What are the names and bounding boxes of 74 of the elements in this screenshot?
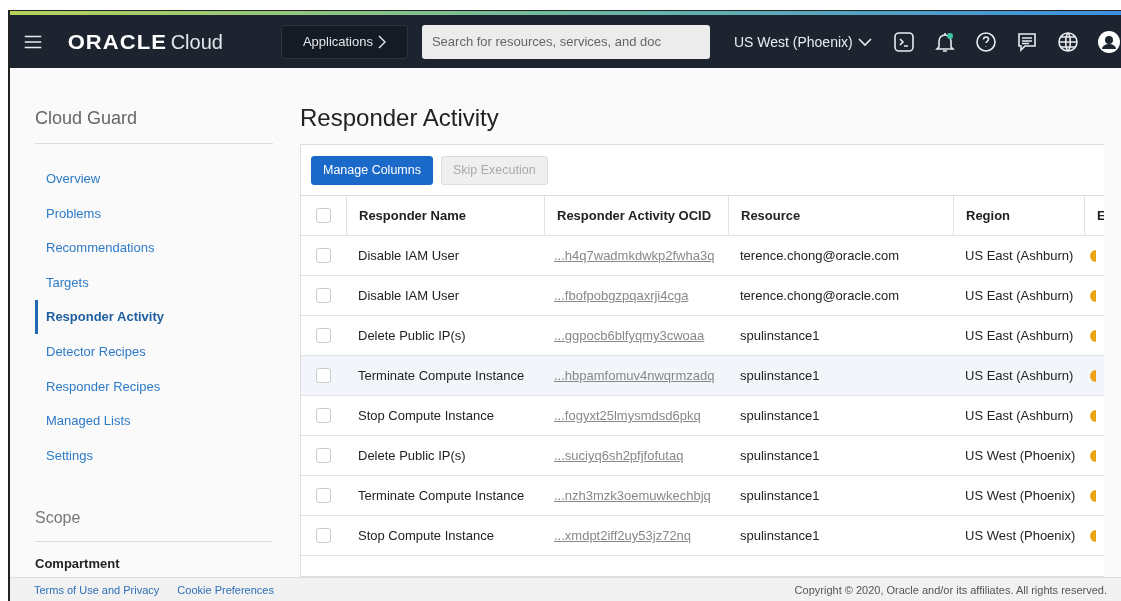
column-header: Region (953, 196, 1084, 235)
sidebar-item[interactable]: Settings (35, 438, 93, 473)
table-cell-text: US East (Ashburn) (964, 248, 1075, 263)
copyright-text: Copyright © 2020, Oracle and/or its affiliates. All rights reserved. (794, 584, 1107, 596)
sidebar-item[interactable]: Problems (35, 196, 101, 231)
column-header: Resource (728, 196, 953, 235)
table-cell-text: US East (Ashburn) (964, 408, 1075, 423)
row-checkbox[interactable] (316, 248, 331, 263)
ocid-link[interactable]: ...ggpocb6blfyqmy3cwoaa (554, 328, 705, 343)
sidebar-item[interactable]: Overview (35, 162, 101, 196)
chevron-right-icon (378, 34, 386, 49)
sidebar-item[interactable]: Responder Recipes (35, 369, 161, 404)
footer-link[interactable]: Cookie Preferences (177, 584, 274, 596)
ocid-link[interactable]: ...suciyq6sh2pfjfofutaq (554, 448, 684, 463)
row-checkbox[interactable] (316, 368, 331, 383)
table-cell-text: US East (Ashburn) (964, 368, 1075, 383)
table-cell-text: spulinstance1 (739, 328, 821, 343)
table-cell-text: US West (Phoenix) (964, 488, 1077, 503)
table-row[interactable]: Terminate Compute Instance ...hbpamfomuv4nwqrmzadq spulinstance1 US East (Ashburn) (301, 356, 1104, 396)
table-cell-text: spulinstance1 (739, 368, 821, 383)
terminal-icon[interactable] (891, 29, 916, 54)
avatar-icon[interactable] (1096, 29, 1121, 54)
row-checkbox[interactable] (316, 328, 331, 343)
row-checkbox[interactable] (316, 408, 331, 423)
logo-product: Cloud (170, 30, 223, 54)
chevron-down-icon (857, 36, 872, 47)
table-cell-text: US East (Ashburn) (964, 328, 1075, 343)
row-checkbox[interactable] (316, 448, 331, 463)
footer-link[interactable]: Terms of Use and Privacy (34, 584, 160, 596)
select-all-checkbox[interactable] (316, 208, 331, 223)
column-header: Responder Activity OCID (544, 196, 728, 235)
ocid-link[interactable]: ...xmdpt2iff2uy53jz72nq (554, 528, 692, 543)
row-checkbox[interactable] (316, 288, 331, 303)
table-cell-text: US West (Phoenix) (964, 528, 1077, 543)
table-cell-text: spulinstance1 (739, 408, 821, 423)
ocid-link[interactable]: ...hbpamfomuv4nwqrmzadq (554, 368, 715, 383)
logo-wordmark: ORACLE (67, 29, 168, 54)
scope-title: Scope (35, 509, 81, 528)
table-cell-text: spulinstance1 (739, 448, 821, 463)
sidebar-item[interactable]: Managed Lists (35, 404, 131, 439)
table-cell-text: spulinstance1 (739, 528, 821, 543)
sidebar-title: Cloud Guard (35, 108, 138, 129)
toolbar-button[interactable]: Manage Columns (311, 155, 433, 185)
region-selector[interactable]: US West (Phoenix) (733, 33, 872, 50)
help-icon[interactable] (973, 29, 998, 54)
column-header: Responder Name (346, 196, 544, 235)
table-cell-text: terence.chong@oracle.com (739, 288, 901, 303)
table-cell-text: terence.chong@oracle.com (739, 248, 901, 263)
row-checkbox[interactable] (316, 528, 331, 543)
table-cell-text: Stop Compute Instance (357, 528, 495, 543)
table-cell-text: Delete Public IP(s) (357, 448, 467, 463)
table-cell-text: Terminate Compute Instance (357, 368, 526, 383)
sidebar-item[interactable]: Detector Recipes (35, 334, 146, 369)
table-cell-text: spulinstance1 (739, 488, 821, 503)
ocid-link[interactable]: ...nzh3mzk3oemuwkechbjq (554, 488, 711, 503)
search-field[interactable]: Search for resources, services, and doc (421, 24, 710, 59)
page-title: Responder Activity (300, 104, 499, 132)
table-cell-text: Stop Compute Instance (357, 408, 495, 423)
sidebar-item[interactable]: Recommendations (35, 231, 155, 266)
sidebar-item[interactable]: Responder Activity (35, 300, 164, 335)
table-cell-text: US East (Ashburn) (964, 288, 1075, 303)
table-cell-text: Disable IAM User (357, 288, 461, 303)
globe-icon[interactable] (1055, 29, 1080, 54)
table-cell-text: US West (Phoenix) (964, 448, 1077, 463)
applications-button[interactable]: Applications (280, 24, 408, 59)
ocid-link[interactable]: ...h4q7wadmkdwkp2fwha3q (554, 248, 715, 263)
ocid-link[interactable]: ...fbofpobgzpqaxrji4cga (554, 288, 689, 303)
table-cell-text: Disable IAM User (357, 248, 461, 263)
sidebar-item[interactable]: Targets (35, 265, 89, 300)
row-checkbox[interactable] (316, 488, 331, 503)
ocid-link[interactable]: ...fogyxt25lmysmdsd6pkq (554, 408, 701, 423)
table-cell-text: Terminate Compute Instance (357, 488, 526, 503)
compartment-label: Compartment (35, 556, 120, 572)
table-cell-text: Delete Public IP(s) (357, 328, 467, 343)
